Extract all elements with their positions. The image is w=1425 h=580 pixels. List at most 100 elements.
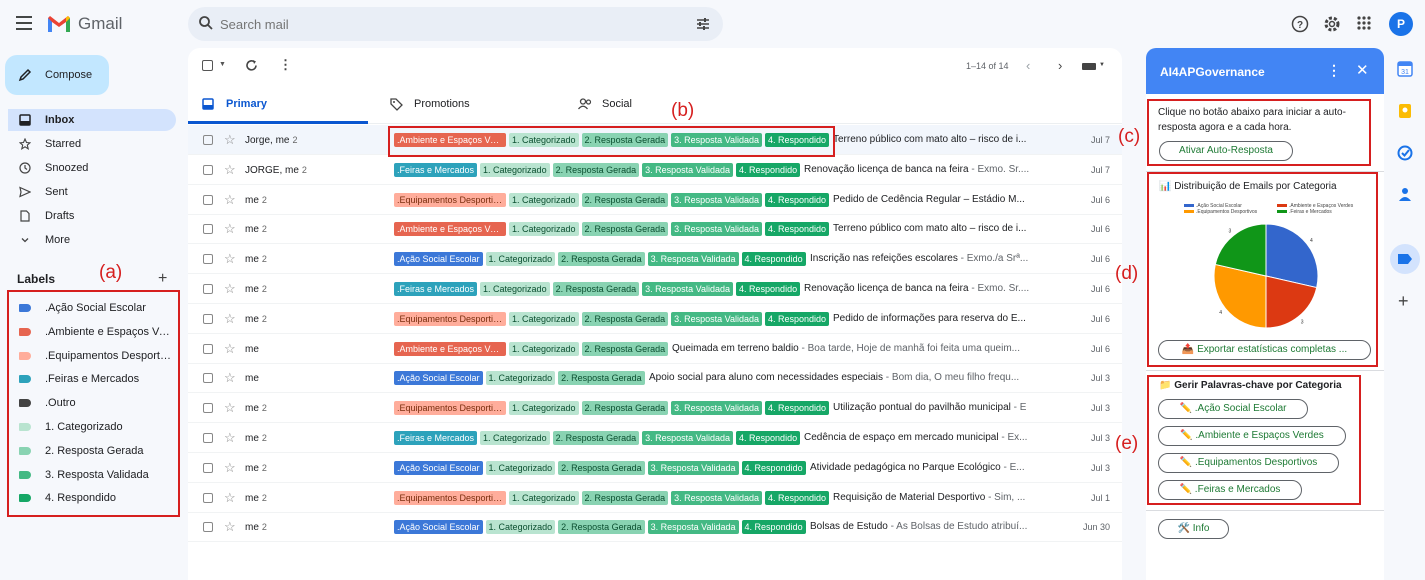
add-label-icon[interactable]: + bbox=[158, 270, 167, 288]
status-label-chip[interactable]: 2. Resposta Gerada bbox=[581, 222, 669, 237]
star-icon[interactable]: ☆ bbox=[224, 490, 236, 506]
email-row[interactable]: ☆ me 2 .Equipamentos Desportiv... 1. Categor… bbox=[188, 393, 1122, 424]
status-label-chip[interactable]: 2. Resposta Gerada bbox=[581, 311, 669, 326]
status-label-chip[interactable]: 4. Respondido bbox=[741, 252, 806, 267]
row-checkbox[interactable] bbox=[203, 284, 213, 294]
edit-keywords-feiras-button[interactable]: ✏️ .Feiras e Mercados bbox=[1158, 480, 1302, 500]
status-label-chip[interactable]: 2. Resposta Gerada bbox=[581, 401, 669, 416]
status-label-chip[interactable]: 2. Resposta Gerada bbox=[552, 282, 640, 296]
email-row[interactable]: ☆ me 2 .Equipamentos Desportiv... 1. Categor… bbox=[188, 185, 1122, 215]
status-label-chip[interactable]: 1. Categorizado bbox=[509, 341, 579, 356]
row-checkbox[interactable] bbox=[203, 224, 213, 235]
label-item[interactable]: .Outro bbox=[8, 392, 176, 414]
status-label-chip[interactable]: 3. Resposta Validada bbox=[647, 520, 739, 535]
input-tools-dropdown-icon[interactable]: ▼ bbox=[1099, 62, 1105, 68]
activate-autoresponse-button[interactable]: Ativar Auto-Resposta bbox=[1159, 141, 1293, 161]
status-label-chip[interactable]: 3. Resposta Validada bbox=[671, 311, 762, 326]
star-icon[interactable]: ☆ bbox=[224, 281, 236, 297]
account-avatar[interactable]: P bbox=[1389, 12, 1413, 36]
status-label-chip[interactable]: 1. Categorizado bbox=[485, 252, 556, 267]
nav-drafts[interactable]: Drafts bbox=[8, 205, 176, 227]
status-label-chip[interactable]: 4. Respondido bbox=[736, 282, 801, 296]
star-icon[interactable]: ☆ bbox=[224, 132, 236, 148]
star-icon[interactable]: ☆ bbox=[224, 192, 236, 208]
row-checkbox[interactable] bbox=[203, 522, 213, 533]
email-row[interactable]: ☆ JORGE, me 2 .Feiras e Mercados 1. Categori… bbox=[188, 155, 1122, 185]
row-checkbox[interactable] bbox=[203, 164, 213, 175]
status-label-chip[interactable]: 3. Resposta Validada bbox=[671, 133, 762, 147]
status-label-chip[interactable]: 2. Resposta Gerada bbox=[558, 371, 645, 386]
row-checkbox[interactable] bbox=[203, 492, 213, 503]
apps-grid-icon[interactable] bbox=[1356, 15, 1372, 31]
label-item[interactable]: 4. Respondido bbox=[8, 487, 176, 509]
star-icon[interactable]: ☆ bbox=[224, 251, 236, 267]
export-statistics-button[interactable]: 📤 Exportar estatísticas completas ... bbox=[1158, 340, 1371, 360]
status-label-chip[interactable]: 1. Categorizado bbox=[509, 133, 579, 147]
status-label-chip[interactable]: 4. Respondido bbox=[765, 401, 830, 416]
category-label-chip[interactable]: .Equipamentos Desportiv... bbox=[394, 490, 506, 505]
status-label-chip[interactable]: 4. Respondido bbox=[741, 460, 806, 475]
search-icon[interactable] bbox=[198, 15, 214, 31]
star-icon[interactable]: ☆ bbox=[224, 460, 236, 476]
star-icon[interactable]: ☆ bbox=[224, 430, 236, 446]
next-page-icon[interactable]: › bbox=[1058, 58, 1062, 73]
select-all-checkbox[interactable] bbox=[202, 60, 213, 71]
edit-keywords-acao-social-button[interactable]: ✏️ .Ação Social Escolar bbox=[1158, 399, 1308, 419]
star-icon[interactable]: ☆ bbox=[224, 400, 236, 416]
status-label-chip[interactable]: 4. Respondido bbox=[765, 490, 830, 505]
row-checkbox[interactable] bbox=[203, 135, 213, 145]
status-label-chip[interactable]: 3. Resposta Validada bbox=[642, 431, 734, 445]
status-label-chip[interactable]: 2. Resposta Gerada bbox=[581, 341, 669, 356]
status-label-chip[interactable]: 4. Respondido bbox=[765, 192, 830, 207]
label-item[interactable]: 3. Resposta Validada bbox=[8, 464, 176, 486]
nav-more[interactable]: More bbox=[8, 229, 176, 251]
status-label-chip[interactable]: 1. Categorizado bbox=[509, 401, 579, 416]
status-label-chip[interactable]: 3. Resposta Validada bbox=[671, 401, 762, 416]
contacts-icon[interactable] bbox=[1397, 186, 1413, 202]
email-row[interactable]: ☆ me 2 .Ação Social Escolar 1. Categorizado 2… bbox=[188, 512, 1122, 543]
category-label-chip[interactable]: .Ambiente e Espaços Ver... bbox=[394, 222, 506, 237]
more-actions-icon[interactable]: ⋮ bbox=[279, 57, 292, 73]
category-label-chip[interactable]: .Feiras e Mercados bbox=[394, 431, 478, 445]
status-label-chip[interactable]: 2. Resposta Gerada bbox=[581, 192, 669, 207]
category-label-chip[interactable]: .Ação Social Escolar bbox=[394, 252, 483, 267]
nav-inbox[interactable]: Inbox bbox=[8, 109, 176, 131]
info-button[interactable]: 🛠️ Info bbox=[1158, 519, 1229, 539]
input-tools-icon[interactable] bbox=[1082, 63, 1096, 70]
main-menu-icon[interactable] bbox=[16, 16, 32, 30]
star-icon[interactable]: ☆ bbox=[224, 519, 236, 535]
ai4ap-addon-icon[interactable] bbox=[1397, 252, 1413, 266]
keep-notes-icon[interactable] bbox=[1397, 103, 1413, 119]
status-label-chip[interactable]: 2. Resposta Gerada bbox=[558, 460, 645, 475]
gmail-logo-icon[interactable] bbox=[46, 14, 72, 34]
tab-primary[interactable]: Primary bbox=[188, 86, 368, 124]
email-row[interactable]: ☆ me 2 .Feiras e Mercados 1. Categorizado 2. … bbox=[188, 274, 1122, 304]
status-label-chip[interactable]: 2. Resposta Gerada bbox=[581, 490, 669, 505]
row-checkbox[interactable] bbox=[203, 194, 213, 205]
label-item[interactable]: .Equipamentos Desportivos bbox=[8, 345, 176, 367]
category-label-chip[interactable]: .Ambiente e Espaços Ver... bbox=[394, 133, 506, 147]
category-label-chip[interactable]: .Equipamentos Desportiv... bbox=[394, 311, 506, 326]
refresh-icon[interactable] bbox=[245, 59, 258, 72]
star-icon[interactable]: ☆ bbox=[224, 162, 236, 178]
email-row[interactable]: ☆ me 2 .Equipamentos Desportiv... 1. Categor… bbox=[188, 304, 1122, 334]
compose-button[interactable]: Compose bbox=[5, 55, 109, 95]
status-label-chip[interactable]: 4. Respondido bbox=[765, 311, 830, 326]
label-item[interactable]: .Ambiente e Espaços Verdes bbox=[8, 321, 176, 343]
status-label-chip[interactable]: 1. Categorizado bbox=[485, 460, 556, 475]
email-row[interactable]: ☆ me .Ação Social Escolar 1. Categorizado 2.… bbox=[188, 363, 1122, 394]
nav-sent[interactable]: Sent bbox=[8, 181, 176, 203]
status-label-chip[interactable]: 3. Resposta Validada bbox=[671, 490, 762, 505]
email-row[interactable]: ☆ Jorge, me 2 .Ambiente e Espaços Ver... 1. … bbox=[188, 125, 1122, 155]
add-addon-icon[interactable]: + bbox=[1398, 291, 1409, 312]
email-row[interactable]: ☆ me 2 .Equipamentos Desportiv... 1. Categor… bbox=[188, 483, 1122, 513]
row-checkbox[interactable] bbox=[203, 433, 213, 443]
nav-snoozed[interactable]: Snoozed bbox=[8, 157, 176, 179]
search-input[interactable] bbox=[220, 7, 660, 41]
category-label-chip[interactable]: .Ação Social Escolar bbox=[394, 460, 483, 475]
status-label-chip[interactable]: 2. Resposta Gerada bbox=[558, 520, 645, 535]
search-options-icon[interactable] bbox=[695, 16, 711, 32]
search-bar[interactable] bbox=[188, 7, 723, 41]
status-label-chip[interactable]: 3. Resposta Validada bbox=[671, 192, 762, 207]
row-checkbox[interactable] bbox=[203, 254, 213, 265]
